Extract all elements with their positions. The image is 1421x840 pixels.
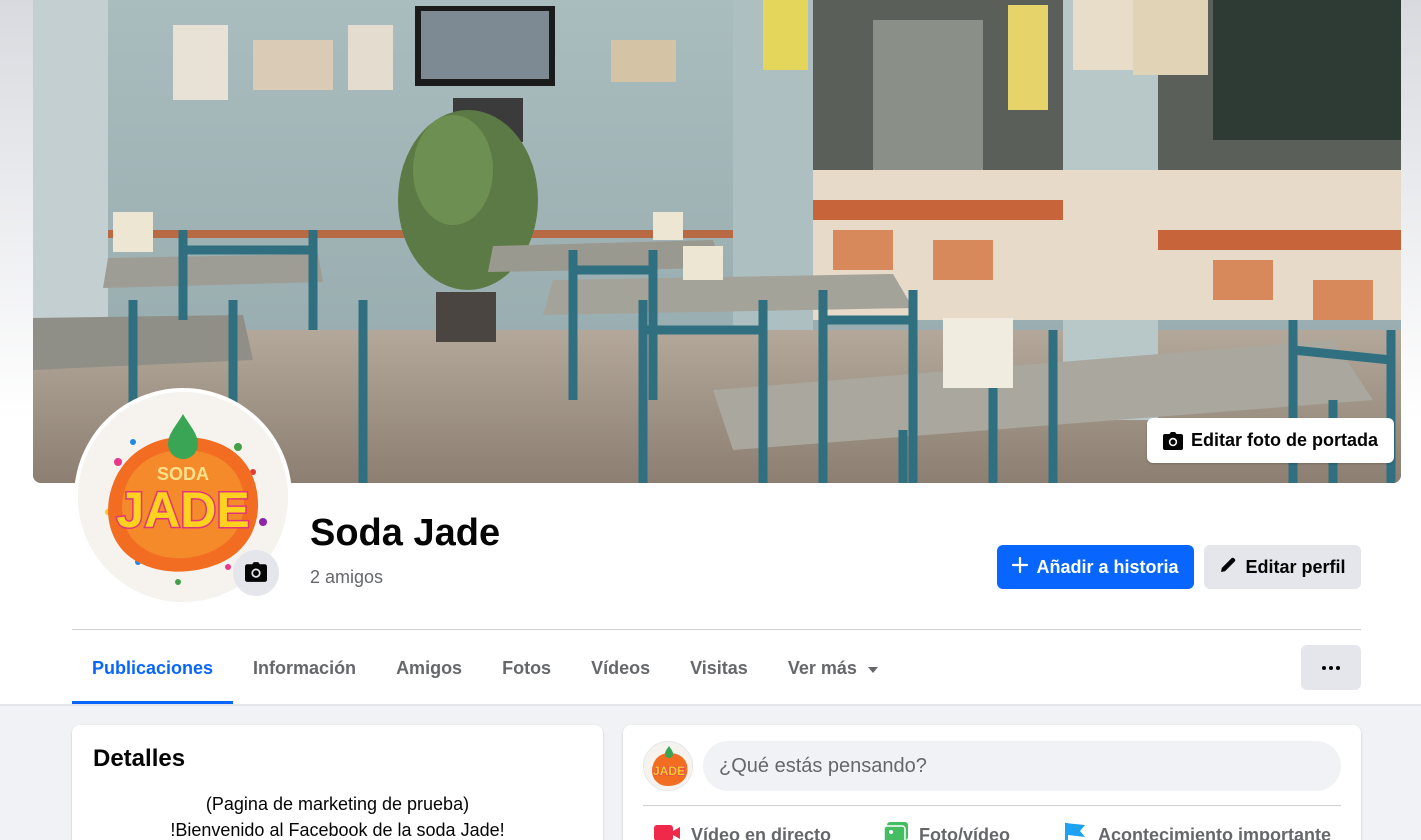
tab-label: Ver más — [787, 657, 857, 678]
flag-icon — [1062, 821, 1088, 840]
action-label: Acontecimiento importante — [1097, 825, 1331, 840]
post-composer-input[interactable] — [703, 741, 1341, 791]
photo-icon — [883, 821, 909, 840]
photo-video-button[interactable]: Foto/vídeo — [873, 821, 1020, 840]
caret-down-icon — [867, 658, 879, 679]
header-divider — [0, 704, 1421, 706]
profile-tabs: Publicaciones Información Amigos Fotos V… — [72, 632, 899, 704]
bio: (Pagina de marketing de prueba) !Bienven… — [72, 791, 603, 840]
details-card: Detalles (Pagina de marketing de prueba)… — [72, 725, 603, 840]
live-video-button[interactable]: Vídeo en directo — [643, 821, 841, 840]
composer-actions: Vídeo en directo Foto/vídeo Acontecimien… — [643, 821, 1341, 840]
tab-label: Vídeos — [591, 657, 651, 678]
logo-soda-text: SODA — [157, 464, 209, 484]
logo-jade-text: JADE — [116, 482, 249, 538]
tab-visitas[interactable]: Visitas — [670, 632, 768, 704]
logo-jade-text: JADE — [653, 764, 685, 778]
post-composer: JADE Vídeo en directo Foto/vídeo Acontec… — [623, 725, 1361, 840]
add-to-story-button[interactable]: Añadir a historia — [997, 545, 1194, 589]
divider — [643, 805, 1341, 806]
camera-icon — [1162, 431, 1183, 450]
details-title: Detalles — [93, 745, 186, 772]
friends-count[interactable]: 2 amigos — [310, 567, 383, 588]
plus-icon — [1012, 556, 1029, 578]
add-to-story-label: Añadir a historia — [1036, 556, 1179, 577]
tab-label: Información — [253, 657, 357, 678]
edit-profile-label: Editar perfil — [1245, 556, 1346, 577]
tab-videos[interactable]: Vídeos — [571, 632, 670, 704]
life-event-button[interactable]: Acontecimiento importante — [1052, 821, 1341, 840]
edit-cover-photo-label: Editar foto de portada — [1190, 430, 1378, 450]
tab-label: Fotos — [502, 657, 552, 678]
tab-label: Publicaciones — [92, 657, 214, 678]
tab-amigos[interactable]: Amigos — [376, 632, 482, 704]
live-video-icon — [653, 822, 681, 840]
action-label: Foto/vídeo — [919, 825, 1010, 840]
tab-fotos[interactable]: Fotos — [482, 632, 571, 704]
action-label: Vídeo en directo — [691, 825, 832, 840]
edit-cover-photo-button[interactable]: Editar foto de portada — [1147, 418, 1394, 463]
tab-label: Visitas — [690, 657, 748, 678]
bio-line: (Pagina de marketing de prueba) — [205, 794, 470, 814]
divider — [72, 629, 1361, 630]
profile-name: Soda Jade — [310, 512, 501, 554]
tab-ver-mas[interactable]: Ver más — [768, 632, 899, 704]
tab-label: Amigos — [396, 657, 463, 678]
tab-publicaciones[interactable]: Publicaciones — [72, 632, 234, 704]
bio-line: !Bienvenido al Facebook de la soda Jade! — [170, 820, 505, 840]
pencil-icon — [1219, 556, 1237, 579]
avatar[interactable]: JADE — [643, 741, 693, 791]
camera-icon — [245, 561, 267, 585]
update-profile-picture-button[interactable] — [233, 550, 279, 596]
tab-informacion[interactable]: Información — [233, 632, 376, 704]
more-options-button[interactable] — [1301, 645, 1361, 690]
edit-profile-button[interactable]: Editar perfil — [1204, 545, 1361, 589]
ellipsis-icon — [1322, 665, 1340, 670]
